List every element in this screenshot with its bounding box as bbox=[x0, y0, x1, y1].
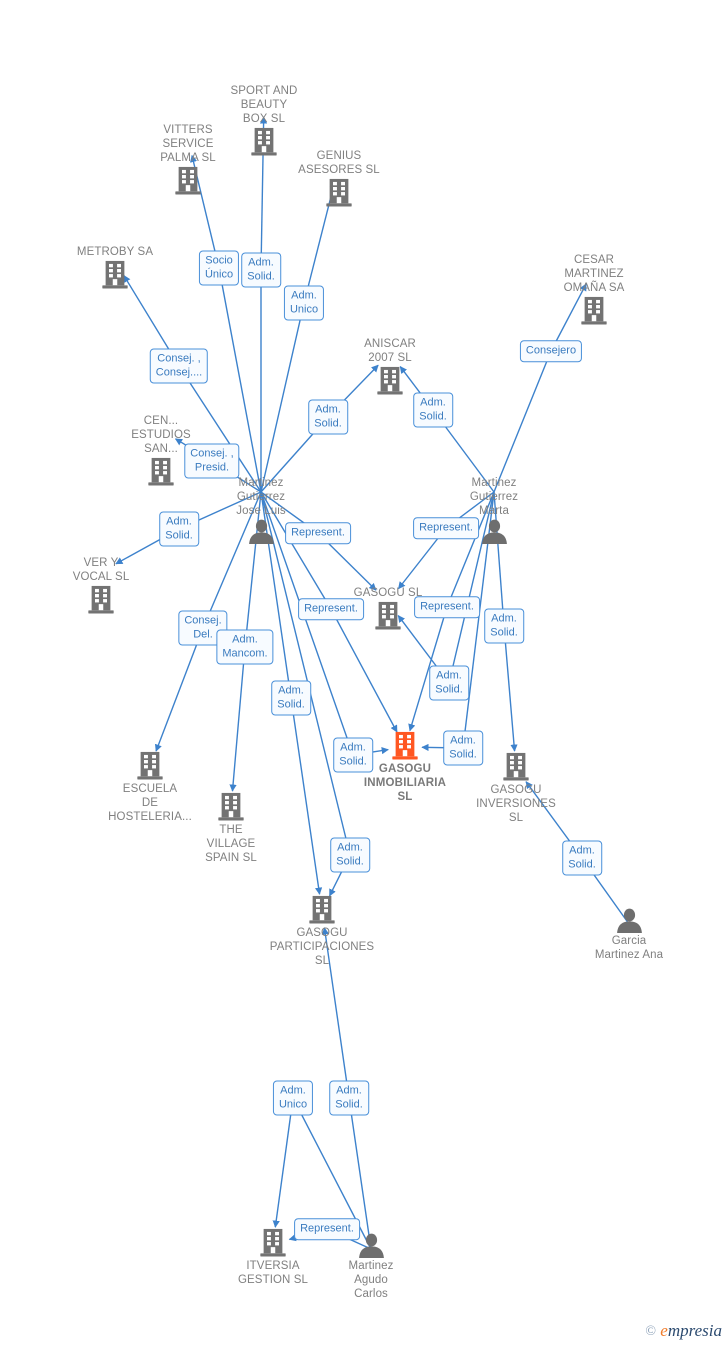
graph-node-metroby[interactable]: METROBY SA bbox=[55, 245, 175, 290]
edge-label[interactable]: Consej. , Consej.... bbox=[149, 348, 209, 384]
edge-label[interactable]: Adm. Solid. bbox=[443, 730, 483, 766]
graph-node-label: GASOGU PARTICIPACIONES SL bbox=[269, 927, 375, 967]
edge-segment-target bbox=[290, 697, 323, 895]
edge-label[interactable]: Represent. bbox=[294, 1218, 360, 1240]
edge-label[interactable]: Represent. bbox=[298, 598, 364, 620]
graph-node-aniscar[interactable]: ANISCAR 2007 SL bbox=[330, 337, 450, 396]
building-icon bbox=[128, 166, 248, 196]
edge-label[interactable]: Represent. bbox=[414, 596, 480, 618]
graph-node-label: METROBY SA bbox=[76, 246, 154, 258]
graph-node-participaciones[interactable]: GASOGU PARTICIPACIONES SL bbox=[262, 895, 382, 968]
graph-node-label: THE VILLAGE SPAIN SL bbox=[205, 824, 257, 864]
graph-node-label: VITTERS SERVICE PALMA SL bbox=[160, 124, 216, 164]
edge-label[interactable]: Represent. bbox=[285, 522, 351, 544]
graph-node-label: GASOGU INVERSIONES SL bbox=[476, 784, 556, 824]
building-icon bbox=[90, 751, 210, 781]
graph-node-label: CESAR MARTINEZ OMAÑA SA bbox=[563, 254, 625, 294]
edge-segment-target bbox=[229, 646, 246, 792]
edge-segment-target bbox=[503, 625, 518, 752]
graph-node-verivocal[interactable]: VER Y VOCAL SL bbox=[41, 556, 161, 615]
edge-segment-source bbox=[493, 350, 552, 493]
graph-node-carlos[interactable]: Martinez Agudo Carlos bbox=[311, 1233, 431, 1301]
graph-node-label: GENIUS ASESORES SL bbox=[298, 150, 380, 176]
graph-canvas: Socio Único Adm. Solid. Adm. Unico Consej. … bbox=[0, 0, 728, 1345]
graph-node-label: VER Y VOCAL SL bbox=[72, 557, 130, 583]
graph-node-label: Martinez Gutierrez Marta bbox=[469, 477, 519, 517]
graph-node-label: Martinez Agudo Carlos bbox=[348, 1260, 394, 1300]
edge-label[interactable]: Adm. Solid. bbox=[484, 608, 524, 644]
edge-label[interactable]: Adm. Solid. bbox=[308, 399, 348, 435]
graph-node-label: Martinez Gutierrez Jose Luis bbox=[236, 477, 286, 517]
graph-node-genius[interactable]: GENIUS ASESORES SL bbox=[279, 149, 399, 208]
edge-label[interactable]: Socio Único bbox=[198, 250, 240, 286]
building-icon bbox=[279, 178, 399, 208]
edge-label[interactable]: Adm. Solid. bbox=[429, 665, 469, 701]
building-icon bbox=[262, 895, 382, 925]
edge-segment-source bbox=[260, 302, 305, 493]
empresia-watermark: © empresia bbox=[645, 1321, 722, 1341]
graph-node-cesar[interactable]: CESAR MARTINEZ OMAÑA SA bbox=[534, 253, 654, 326]
building-icon bbox=[330, 366, 450, 396]
edge-label[interactable]: Represent. bbox=[413, 517, 479, 539]
edge-label[interactable]: Adm. Solid. bbox=[271, 680, 311, 716]
building-icon bbox=[171, 792, 291, 822]
graph-node-vitters[interactable]: VITTERS SERVICE PALMA SL bbox=[128, 123, 248, 196]
edge-label[interactable]: Adm. Solid. bbox=[241, 252, 281, 288]
edge-segment-target bbox=[272, 1097, 294, 1228]
edge-label[interactable]: Adm. Solid. bbox=[413, 392, 453, 428]
graph-node-label: Garcia Martinez Ana bbox=[594, 935, 664, 961]
graph-node-garcia[interactable]: Garcia Martinez Ana bbox=[569, 908, 689, 962]
copyright-symbol: © bbox=[645, 1324, 657, 1339]
edge-label[interactable]: Adm. Solid. bbox=[329, 1080, 369, 1116]
building-icon bbox=[41, 585, 161, 615]
edge-label[interactable]: Adm. Mancom. bbox=[216, 629, 274, 665]
building-icon bbox=[534, 296, 654, 326]
person-icon bbox=[569, 908, 689, 933]
graph-node-village[interactable]: THE VILLAGE SPAIN SL bbox=[171, 792, 291, 865]
edge-label[interactable]: Consejero bbox=[519, 340, 583, 362]
edge-label[interactable]: Adm. Solid. bbox=[333, 737, 373, 773]
building-icon bbox=[55, 260, 175, 290]
edge-label[interactable]: Adm. Solid. bbox=[562, 840, 602, 876]
edge-label[interactable]: Adm. Solid. bbox=[159, 511, 199, 547]
edge-label[interactable]: Adm. Unico bbox=[272, 1080, 314, 1116]
graph-node-label: ANISCAR 2007 SL bbox=[364, 338, 416, 364]
brand-name: mpresia bbox=[667, 1321, 722, 1340]
graph-node-label: SPORT AND BEAUTY BOX SL bbox=[230, 85, 298, 125]
edge-label[interactable]: Adm. Solid. bbox=[330, 837, 370, 873]
brand-initial: e bbox=[660, 1321, 668, 1340]
edge-label[interactable]: Adm. Unico bbox=[283, 285, 325, 321]
edge-label[interactable]: Consej. , Presid. bbox=[184, 443, 240, 479]
edge-segment-target bbox=[154, 627, 204, 752]
